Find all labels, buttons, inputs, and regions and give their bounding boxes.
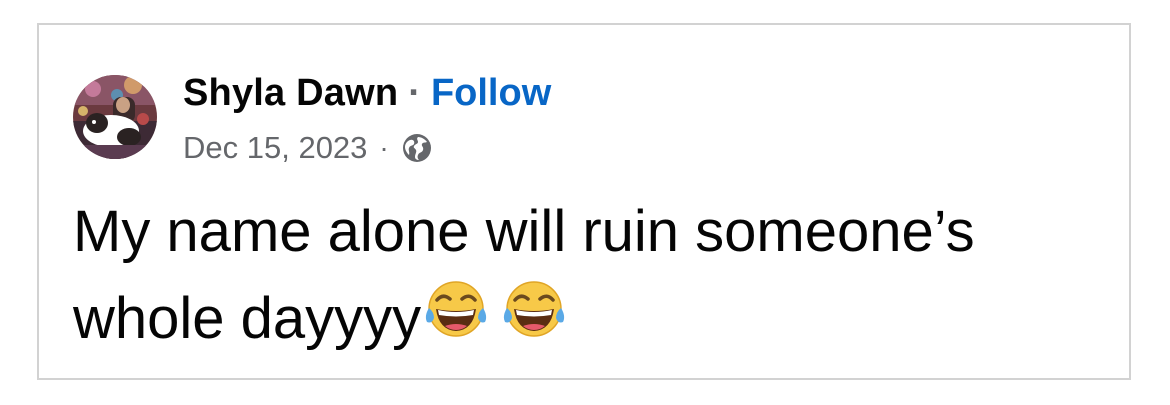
author-name[interactable]: Shyla Dawn bbox=[183, 69, 398, 117]
post-meta: Dec 15, 2023 · bbox=[183, 126, 433, 170]
avatar-image bbox=[73, 75, 157, 159]
globe-icon bbox=[401, 132, 433, 164]
follow-button[interactable]: Follow bbox=[431, 69, 551, 117]
post-body: My name alone will ruin someone’s whole … bbox=[73, 188, 1093, 362]
author-row: Shyla Dawn · Follow bbox=[183, 69, 551, 117]
avatar[interactable] bbox=[73, 75, 157, 159]
post-date[interactable]: Dec 15, 2023 bbox=[183, 130, 367, 166]
face-with-tears-of-joy-icon bbox=[423, 278, 489, 344]
emoji-group bbox=[423, 278, 567, 344]
face-with-tears-of-joy-icon bbox=[501, 278, 567, 344]
post-card: Shyla Dawn · Follow Dec 15, 2023 · My na… bbox=[37, 23, 1131, 380]
name-separator: · bbox=[408, 72, 421, 114]
meta-separator: · bbox=[379, 132, 389, 163]
